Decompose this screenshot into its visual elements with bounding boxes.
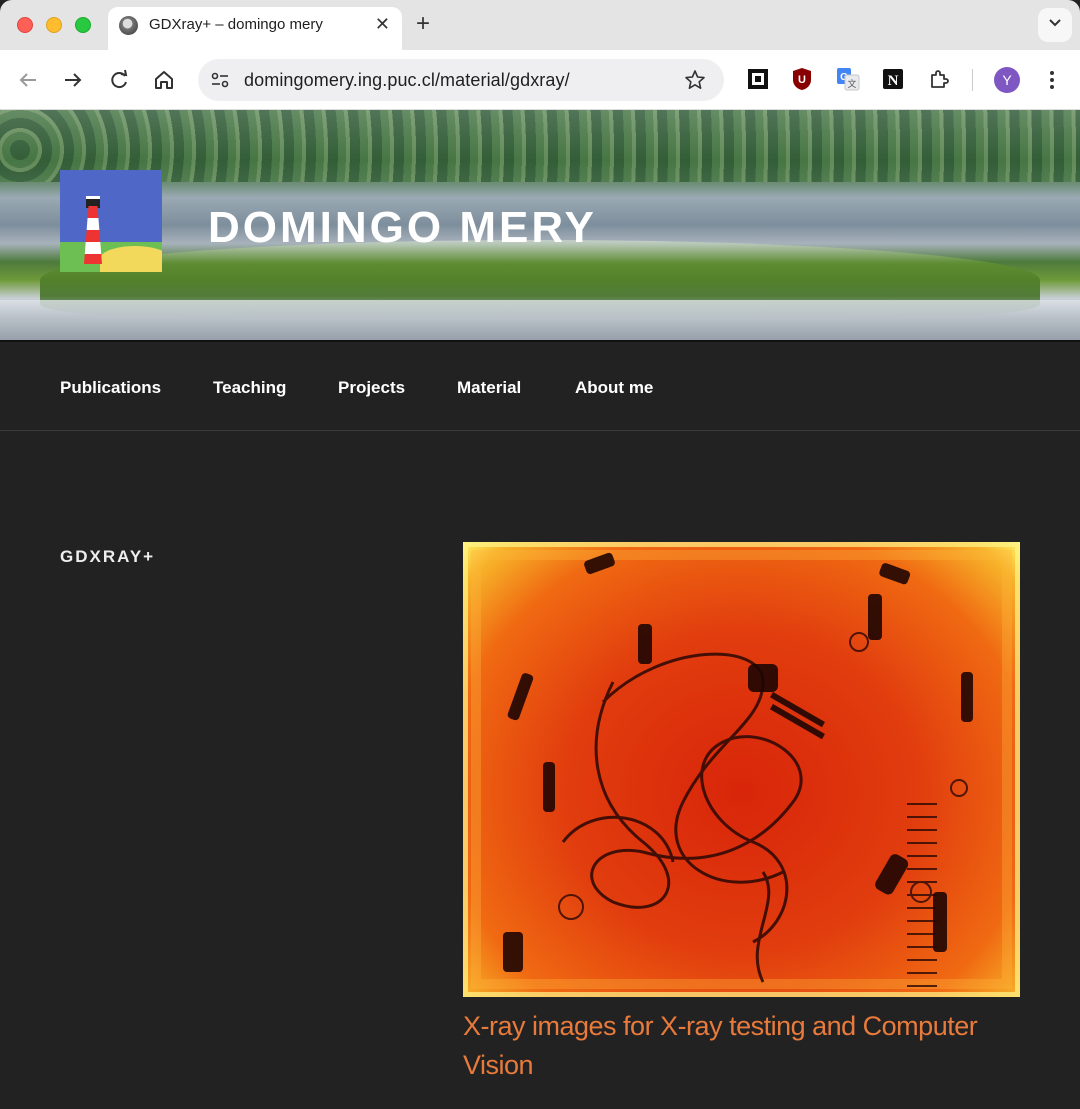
home-icon[interactable] bbox=[150, 66, 178, 94]
favicon-icon bbox=[119, 16, 138, 35]
toolbar-divider bbox=[972, 69, 973, 91]
zoom-window-button[interactable] bbox=[75, 17, 91, 33]
svg-text:文: 文 bbox=[847, 78, 856, 89]
lighthouse-icon bbox=[84, 206, 102, 264]
qr-code-icon[interactable] bbox=[746, 67, 770, 91]
logo-path bbox=[100, 246, 162, 272]
tab-strip: GDXray+ – domingo mery ✕ + bbox=[0, 0, 1080, 50]
reload-icon[interactable] bbox=[105, 66, 133, 94]
svg-text:U: U bbox=[798, 74, 806, 86]
close-window-button[interactable] bbox=[17, 17, 33, 33]
page-title: GDXRAY+ bbox=[60, 547, 156, 566]
svg-text:N: N bbox=[888, 73, 899, 89]
bookmark-star-icon[interactable] bbox=[684, 69, 706, 91]
site-info-icon[interactable] bbox=[206, 66, 234, 94]
main-navigation: Publications Teaching Projects Material … bbox=[0, 340, 1080, 431]
new-tab-button[interactable]: + bbox=[416, 11, 430, 37]
browser-toolbar: domingomery.ing.puc.cl/material/gdxray/ … bbox=[0, 50, 1080, 110]
browser-window: GDXray+ – domingo mery ✕ + domingomery.i… bbox=[0, 0, 1080, 1109]
forward-arrow-icon[interactable] bbox=[59, 66, 87, 94]
nav-material[interactable]: Material bbox=[457, 378, 521, 398]
nav-about-me[interactable]: About me bbox=[575, 378, 653, 398]
nav-publications[interactable]: Publications bbox=[60, 378, 161, 398]
nav-projects[interactable]: Projects bbox=[338, 378, 405, 398]
chevron-down-icon bbox=[1049, 19, 1061, 27]
address-bar[interactable]: domingomery.ing.puc.cl/material/gdxray/ bbox=[198, 59, 724, 101]
site-title[interactable]: DOMINGO MERY bbox=[208, 203, 597, 253]
puzzle-extension-icon[interactable] bbox=[927, 67, 951, 91]
minimize-window-button[interactable] bbox=[46, 17, 62, 33]
banner-forest bbox=[0, 110, 1080, 182]
google-translate-icon[interactable]: G文 bbox=[836, 67, 860, 91]
close-tab-icon[interactable]: ✕ bbox=[375, 14, 390, 34]
nav-teaching[interactable]: Teaching bbox=[213, 378, 286, 398]
banner-foam bbox=[0, 300, 1080, 340]
profile-avatar[interactable]: Y bbox=[994, 67, 1020, 93]
site-logo[interactable] bbox=[60, 170, 162, 272]
active-tab[interactable]: GDXray+ – domingo mery ✕ bbox=[108, 7, 402, 50]
xray-objects bbox=[463, 542, 1020, 997]
back-arrow-icon[interactable] bbox=[14, 66, 42, 94]
url-text: domingomery.ing.puc.cl/material/gdxray/ bbox=[244, 70, 570, 90]
tab-search-button[interactable] bbox=[1038, 8, 1072, 42]
main-content: GDXRAY+ X-ray images for X-ray testing a… bbox=[0, 431, 1080, 1109]
more-menu-icon[interactable] bbox=[1042, 67, 1062, 93]
notion-icon[interactable]: N bbox=[881, 67, 905, 91]
xray-backpack-image[interactable] bbox=[463, 542, 1020, 997]
ublock-icon[interactable]: U bbox=[790, 67, 814, 91]
image-caption-link[interactable]: X-ray images for X-ray testing and Compu… bbox=[463, 1007, 1023, 1085]
tab-title: GDXray+ – domingo mery bbox=[149, 16, 323, 33]
